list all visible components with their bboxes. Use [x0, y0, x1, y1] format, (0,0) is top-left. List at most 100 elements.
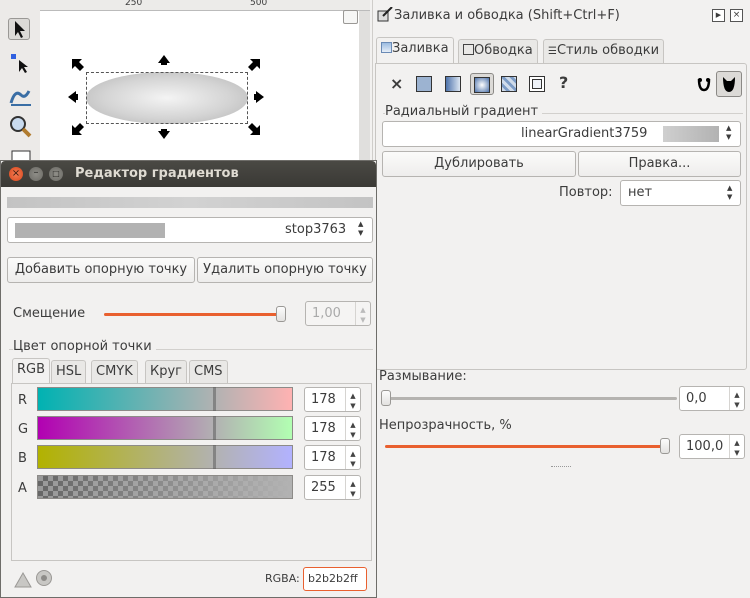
blur-label: Размывание:: [379, 369, 467, 384]
repeat-value: нет: [628, 185, 653, 200]
editor-titlebar[interactable]: × – □ Редактор градиентов: [1, 161, 376, 187]
alpha-spin-arrows[interactable]: ▲ ▼: [345, 476, 360, 499]
canvas-toggle-icon[interactable]: [343, 10, 358, 24]
red-channel-marker[interactable]: [213, 387, 216, 411]
green-spinbox[interactable]: 178 ▲ ▼: [304, 416, 361, 441]
red-spinbox[interactable]: 178 ▲ ▼: [304, 387, 361, 412]
rgba-value: b2b2b2ff: [308, 572, 358, 585]
window-minimize-icon[interactable]: –: [29, 167, 43, 181]
opacity-label: Непрозрачность, %: [379, 418, 512, 433]
offset-spin-arrows: ▲ ▼: [355, 302, 370, 325]
stop-select-arrows: ▲ ▼: [358, 220, 364, 237]
red-spin-arrows[interactable]: ▲ ▼: [345, 388, 360, 411]
repeat-label: Повтор:: [559, 185, 613, 200]
fill-rule-nonzero-icon[interactable]: [716, 71, 742, 97]
color-managed-icon: [36, 570, 52, 586]
fill-tab-icon: [381, 42, 392, 53]
offset-slider-track[interactable]: [104, 313, 282, 316]
offset-value: 1,00: [312, 306, 341, 321]
tab-rgb[interactable]: RGB: [12, 358, 51, 384]
channel-label-g: G: [18, 422, 29, 437]
blur-slider-knob[interactable]: [381, 390, 391, 406]
blur-slider-track[interactable]: [385, 397, 677, 400]
panel-close-icon[interactable]: ×: [730, 9, 743, 22]
panel-title: Заливка и обводка (Shift+Ctrl+F): [394, 8, 620, 23]
pattern-icon[interactable]: [501, 76, 517, 92]
color-picker-icon[interactable]: [13, 569, 33, 589]
tab-fill[interactable]: Заливка: [376, 37, 454, 63]
window-maximize-icon[interactable]: □: [49, 167, 63, 181]
edit-gradient-button[interactable]: Правка...: [578, 151, 741, 177]
green-channel-marker[interactable]: [213, 416, 216, 440]
green-spin-arrows[interactable]: ▲ ▼: [345, 417, 360, 440]
blur-spin-arrows[interactable]: ▲ ▼: [729, 387, 744, 410]
stop-color-swatch: [15, 223, 165, 238]
green-channel-bar[interactable]: [37, 416, 293, 440]
tab-stroke-style[interactable]: ☰Стиль обводки: [543, 39, 665, 63]
opacity-slider-knob[interactable]: [660, 438, 670, 454]
alpha-spinbox[interactable]: 255 ▲ ▼: [304, 475, 361, 500]
gradient-select[interactable]: linearGradient3759 ▲ ▼: [382, 121, 741, 147]
swatch-icon[interactable]: [529, 76, 545, 92]
offset-label: Смещение: [13, 306, 86, 321]
tab-hsl[interactable]: HSL: [51, 360, 87, 384]
blue-spinbox[interactable]: 178 ▲ ▼: [304, 445, 361, 470]
flat-color-icon[interactable]: [416, 76, 432, 92]
alpha-value: 255: [311, 480, 336, 495]
blur-spinbox[interactable]: 0,0 ▲ ▼: [679, 386, 745, 411]
node-tool-icon[interactable]: [9, 52, 31, 74]
window-close-icon[interactable]: ×: [9, 167, 23, 181]
tab-wheel[interactable]: Круг: [145, 360, 188, 384]
stroke-style-tab-icon: ☰: [548, 46, 557, 57]
fill-stroke-panel: Заливка и обводка (Shift+Ctrl+F) ▶ × Зал…: [372, 0, 750, 598]
stop-name: stop3763: [285, 222, 347, 237]
linear-gradient-icon[interactable]: [445, 76, 461, 92]
rgba-input[interactable]: b2b2b2ff: [303, 567, 367, 591]
offset-slider-knob[interactable]: [276, 306, 286, 322]
tweak-tool-icon[interactable]: [9, 85, 31, 107]
duplicate-button[interactable]: Дублировать: [382, 151, 576, 177]
blue-channel-marker[interactable]: [213, 445, 216, 469]
opacity-slider-track[interactable]: [385, 445, 670, 448]
repeat-select[interactable]: нет ▲ ▼: [620, 180, 741, 206]
add-stop-button[interactable]: Добавить опорную точку: [7, 257, 195, 283]
opacity-spinbox[interactable]: 100,0 ▲ ▼: [679, 434, 745, 459]
alpha-channel-bar[interactable]: [37, 475, 293, 499]
opacity-spin-arrows[interactable]: ▲ ▼: [729, 435, 744, 458]
ruler-tick-250: 250: [125, 0, 143, 8]
unset-paint-icon[interactable]: ?: [559, 73, 568, 92]
selector-tool-icon[interactable]: [8, 18, 30, 40]
panel-resize-grip[interactable]: [551, 466, 571, 471]
stop-select[interactable]: stop3763 ▲ ▼: [7, 217, 373, 243]
channel-label-b: B: [18, 451, 27, 466]
gradient-type-label: Радиальный градиент: [385, 104, 543, 119]
red-channel-bar[interactable]: [37, 387, 293, 411]
editor-title: Редактор градиентов: [75, 166, 239, 181]
gradient-preview-swatch: [663, 126, 719, 142]
blur-value: 0,0: [686, 391, 707, 406]
selection-handles[interactable]: [68, 55, 268, 145]
opacity-value: 100,0: [686, 439, 724, 454]
tab-cmyk[interactable]: CMYK: [91, 360, 138, 384]
blue-spin-arrows[interactable]: ▲ ▼: [345, 446, 360, 469]
radial-gradient-icon[interactable]: [470, 73, 494, 95]
panel-iconify-icon[interactable]: ▶: [712, 9, 725, 22]
no-paint-icon[interactable]: ×: [390, 74, 403, 93]
tab-stroke-paint[interactable]: Обводка: [458, 39, 538, 63]
green-value: 178: [311, 421, 336, 436]
panel-header: Заливка и обводка (Shift+Ctrl+F) ▶ ×: [373, 5, 750, 27]
vertical-scrollbar[interactable]: [359, 11, 370, 171]
fill-rule-evenodd-icon[interactable]: [696, 76, 712, 92]
blue-channel-bar[interactable]: [37, 445, 293, 469]
stop-color-label: Цвет опорной точки: [13, 339, 156, 354]
top-ruler: 250 500: [40, 0, 370, 11]
remove-stop-button[interactable]: Удалить опорную точку: [197, 257, 373, 283]
zoom-tool-icon[interactable]: [9, 115, 32, 138]
offset-spinbox: 1,00 ▲ ▼: [305, 301, 371, 326]
channel-label-r: R: [18, 393, 28, 408]
fill-stroke-icon: [377, 7, 393, 22]
stroke-paint-tab-icon: [463, 44, 474, 55]
gradient-editor-window: × – □ Редактор градиентов stop3763 ▲ ▼ До…: [0, 160, 377, 598]
tab-cms[interactable]: CMS: [189, 360, 228, 384]
blue-value: 178: [311, 450, 336, 465]
